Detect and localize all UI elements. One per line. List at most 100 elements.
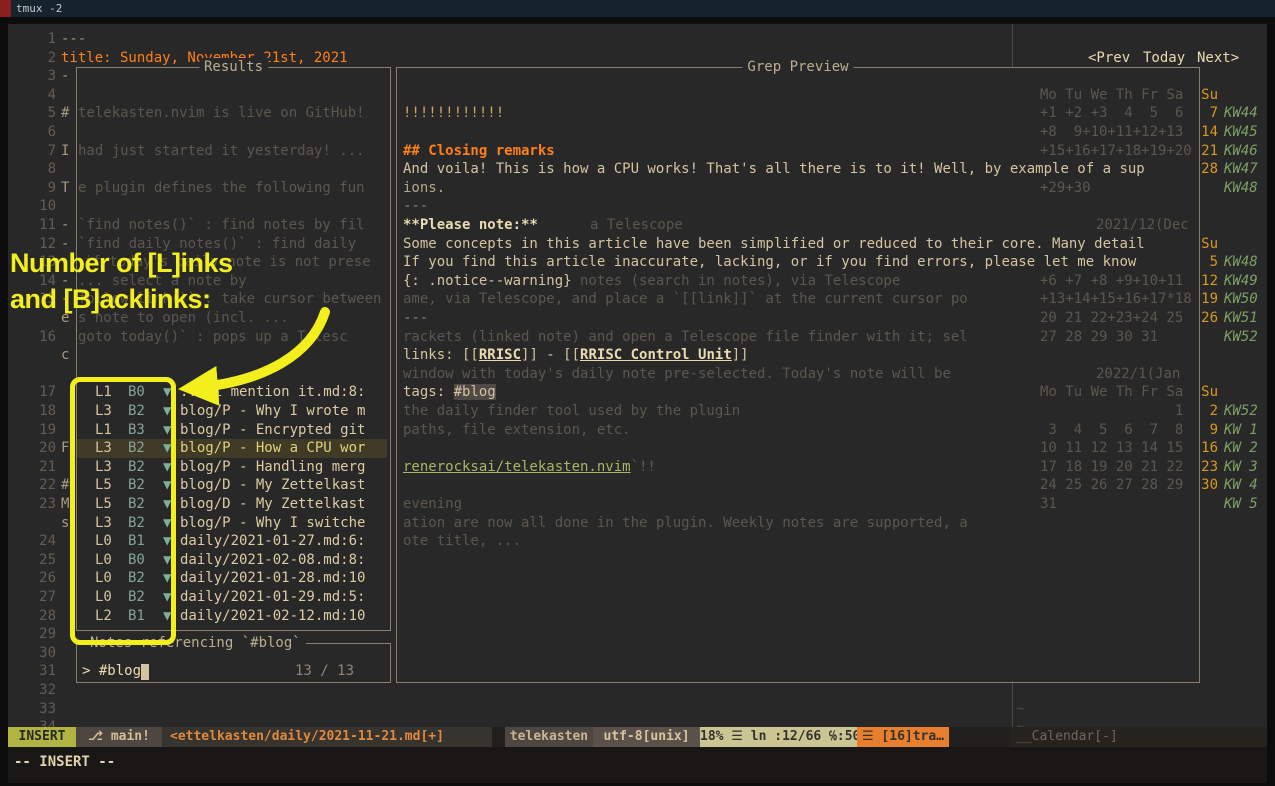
wiki-link[interactable]: RRISC Control Unit [580, 347, 732, 363]
buffer-line: --- [61, 30, 86, 49]
calendar-week-number: KW48 [1224, 179, 1258, 198]
line-number: 23 [8, 495, 56, 514]
line-number: 16 [8, 328, 56, 347]
line-number: 32 [8, 681, 56, 700]
annotation-arrow [140, 300, 360, 410]
preview-rule: --- [403, 197, 428, 216]
line-number: 17 [8, 383, 56, 402]
buffer-fragment: - [61, 216, 69, 235]
calendar-week-number: KW46 [1224, 142, 1258, 161]
line-number: 21 [8, 458, 56, 477]
preview-line: !!!!!!!!!!!! [403, 104, 504, 123]
preview-line: Some concepts in this article have been … [403, 235, 1145, 254]
line-number: 3 [8, 67, 56, 86]
line-number: 22 [8, 476, 56, 495]
result-text: daily/2021-02-12.md:10 [180, 607, 365, 626]
tag-highlight: #blog [454, 384, 496, 400]
mode-indicator: INSERT [8, 727, 76, 747]
preview-tags-line: tags: #blog [403, 383, 496, 402]
result-text: blog/P - How a CPU wor [180, 439, 365, 458]
calendar-next-button[interactable]: Next> [1197, 49, 1239, 68]
buffer-fragment: F [61, 439, 69, 458]
preview-heading: ## Closing remarks [403, 142, 555, 161]
line-number: 25 [8, 551, 56, 570]
line-number: 29 [8, 625, 56, 644]
grep-preview-title: Grep Preview [742, 58, 853, 77]
filetype-segment: telekasten [505, 727, 593, 747]
tmux-title: tmux -2 [16, 0, 62, 17]
buffer-fragment: s [61, 514, 69, 533]
line-number: 4 [8, 86, 56, 105]
line-number: 33 [8, 700, 56, 719]
line-number: 19 [8, 421, 56, 440]
calendar-week-number: KW47 [1224, 160, 1258, 179]
text-cursor [141, 664, 149, 680]
filename-segment: <ettelkasten/daily/2021-11-21.md[+] [162, 727, 492, 747]
line-number: 28 [8, 607, 56, 626]
preview-line: ions. [403, 179, 445, 198]
calendar-prev-button[interactable]: <Prev [1088, 49, 1130, 68]
calendar-week-number: KW52 [1224, 402, 1258, 421]
preview-links-line: links: [[RRISC]] - [[RRISC Control Unit]… [403, 346, 749, 365]
empty-line-tilde: ~ [1016, 700, 1024, 719]
buffer-fragment: I [61, 142, 69, 161]
line-number: 9 [8, 179, 56, 198]
annotation-highlight-box [70, 377, 176, 645]
buffer-fragment: # [61, 104, 69, 123]
annotation-line2: and [B]acklinks: [10, 282, 211, 316]
result-text: daily/2021-02-08.md:8: [180, 551, 365, 570]
line-number: 1 [8, 30, 56, 49]
buffer-line: - [61, 67, 69, 86]
result-text: blog/D - My Zettelkast [180, 495, 365, 514]
result-text: daily/2021-01-27.md:6: [180, 532, 365, 551]
calendar-week-number: KW 5 [1224, 495, 1258, 514]
line-number: 18 [8, 402, 56, 421]
calendar-week-number: KW49 [1224, 272, 1258, 291]
buffer-fragment: c [61, 346, 69, 365]
result-text: daily/2021-01-29.md:5: [180, 588, 365, 607]
result-counter: 13 / 13 [295, 662, 354, 681]
line-number: 6 [8, 123, 56, 142]
line-number: 7 [8, 142, 56, 161]
calendar-week-number: KW50 [1224, 290, 1258, 309]
result-text: blog/P - Handling merg [180, 458, 365, 477]
warning-segment: ☰ [16]tra… [857, 727, 949, 747]
line-number: 10 [8, 197, 56, 216]
buffer-fragment: T [61, 179, 69, 198]
preview-line: And voila! This is how a CPU works! That… [403, 160, 1145, 179]
preview-rule: --- [403, 309, 428, 328]
calendar-week-number: KW45 [1224, 123, 1258, 142]
calendar-today-button[interactable]: Today [1143, 49, 1185, 68]
line-number: 5 [8, 104, 56, 123]
results-window-title: Results [199, 58, 268, 77]
line-number: 11 [8, 216, 56, 235]
calendar-week-number: KW 1 [1224, 421, 1258, 440]
calendar-statusline: __Calendar[-] [1010, 727, 1267, 747]
annotation-line1: Number of [L]inks [10, 246, 233, 280]
calendar-week-number: KW 4 [1224, 476, 1258, 495]
preview-line: If you find this article inaccurate, lac… [403, 253, 1136, 272]
git-branch-segment: ⎇ main! [76, 727, 162, 747]
result-text: blog/P - Encrypted git [180, 421, 365, 440]
preview-line: **Please note:** [403, 216, 538, 235]
result-text: daily/2021-01-28.md:10 [180, 569, 365, 588]
line-number: 26 [8, 569, 56, 588]
search-input[interactable]: > #blog [82, 662, 141, 681]
position-segment: 18% ☰ ln :12/66 ℅:50 [700, 727, 857, 747]
calendar-week-number: KW48 [1224, 253, 1258, 272]
window-separator-bottom [1012, 681, 1013, 727]
calendar-week-number: KW 3 [1224, 458, 1258, 477]
preview-line: {: .notice--warning} [403, 272, 572, 291]
encoding-segment: utf-8[unix] [593, 727, 700, 747]
calendar-week-number: KW52 [1224, 328, 1258, 347]
result-text: blog/P - Why I switche [180, 514, 365, 533]
calendar-week-number: KW51 [1224, 309, 1258, 328]
window-separator-top [1012, 24, 1013, 67]
buffer-fragment: M [61, 495, 69, 514]
line-number: 31 [8, 662, 56, 681]
wiki-link[interactable]: RRISC [479, 347, 521, 363]
line-number: 2 [8, 49, 56, 68]
calendar-week-number: KW44 [1224, 104, 1258, 123]
calendar-week-number: KW 2 [1224, 439, 1258, 458]
mode-message: -- INSERT -- [14, 752, 115, 772]
